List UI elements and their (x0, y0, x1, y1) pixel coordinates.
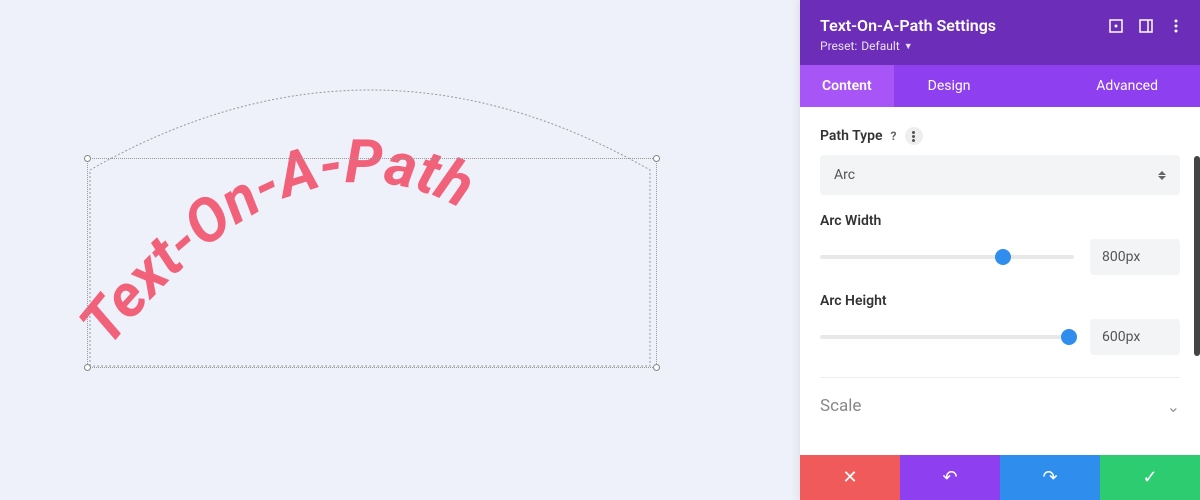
tab-bar: Content Design Advanced (800, 65, 1200, 107)
select-arrows-icon (1158, 171, 1166, 180)
help-icon[interactable]: ? (891, 129, 897, 143)
tab-advanced[interactable]: Advanced (1074, 65, 1180, 107)
chevron-down-icon: ⌄ (1167, 397, 1180, 416)
path-type-label: Path Type (820, 128, 883, 144)
more-vertical-icon[interactable] (1168, 18, 1184, 34)
preset-selector[interactable]: Preset: Default ▼ (820, 39, 1180, 53)
settings-panel: Text-On-A-Path Settings Preset: Default … (800, 0, 1200, 500)
arc-width-slider[interactable] (820, 255, 1074, 259)
resize-handle-bottom-right[interactable] (653, 364, 660, 371)
arc-width-value[interactable]: 800px (1090, 239, 1180, 275)
resize-handle-top-right[interactable] (653, 155, 660, 162)
redo-icon: ↷ (1042, 467, 1057, 488)
redo-button[interactable]: ↷ (1000, 455, 1100, 500)
caret-down-icon: ▼ (904, 41, 913, 52)
cancel-button[interactable]: ✕ (800, 455, 900, 500)
panel-dock-icon[interactable] (1138, 18, 1154, 34)
action-bar: ✕ ↶ ↷ ✓ (800, 455, 1200, 500)
path-type-select[interactable]: Arc (820, 155, 1180, 195)
arc-height-slider-thumb[interactable] (1061, 329, 1077, 345)
element-selection-frame[interactable] (87, 158, 657, 368)
arc-height-slider[interactable] (820, 335, 1074, 339)
close-icon: ✕ (842, 467, 857, 488)
undo-button[interactable]: ↶ (900, 455, 1000, 500)
arc-height-label: Arc Height (820, 293, 887, 309)
canvas-area[interactable]: Text-On-A-Path (0, 0, 800, 500)
field-options-icon[interactable] (905, 127, 923, 145)
check-icon: ✓ (1142, 467, 1157, 488)
arc-width-label: Arc Width (820, 213, 881, 229)
tab-content[interactable]: Content (800, 65, 894, 107)
panel-scrollbar[interactable] (1194, 156, 1200, 356)
arc-width-slider-thumb[interactable] (995, 249, 1011, 265)
expand-icon[interactable] (1108, 18, 1124, 34)
panel-header: Text-On-A-Path Settings Preset: Default … (800, 0, 1200, 65)
panel-body: Path Type ? Arc Arc Width 800px Arc (800, 107, 1200, 455)
arc-height-value[interactable]: 600px (1090, 319, 1180, 355)
resize-handle-bottom-left[interactable] (84, 364, 91, 371)
undo-icon: ↶ (942, 467, 957, 488)
scale-accordion[interactable]: Scale ⌄ (820, 377, 1180, 434)
resize-handle-top-left[interactable] (84, 155, 91, 162)
confirm-button[interactable]: ✓ (1100, 455, 1200, 500)
tab-design[interactable]: Design (906, 65, 993, 107)
